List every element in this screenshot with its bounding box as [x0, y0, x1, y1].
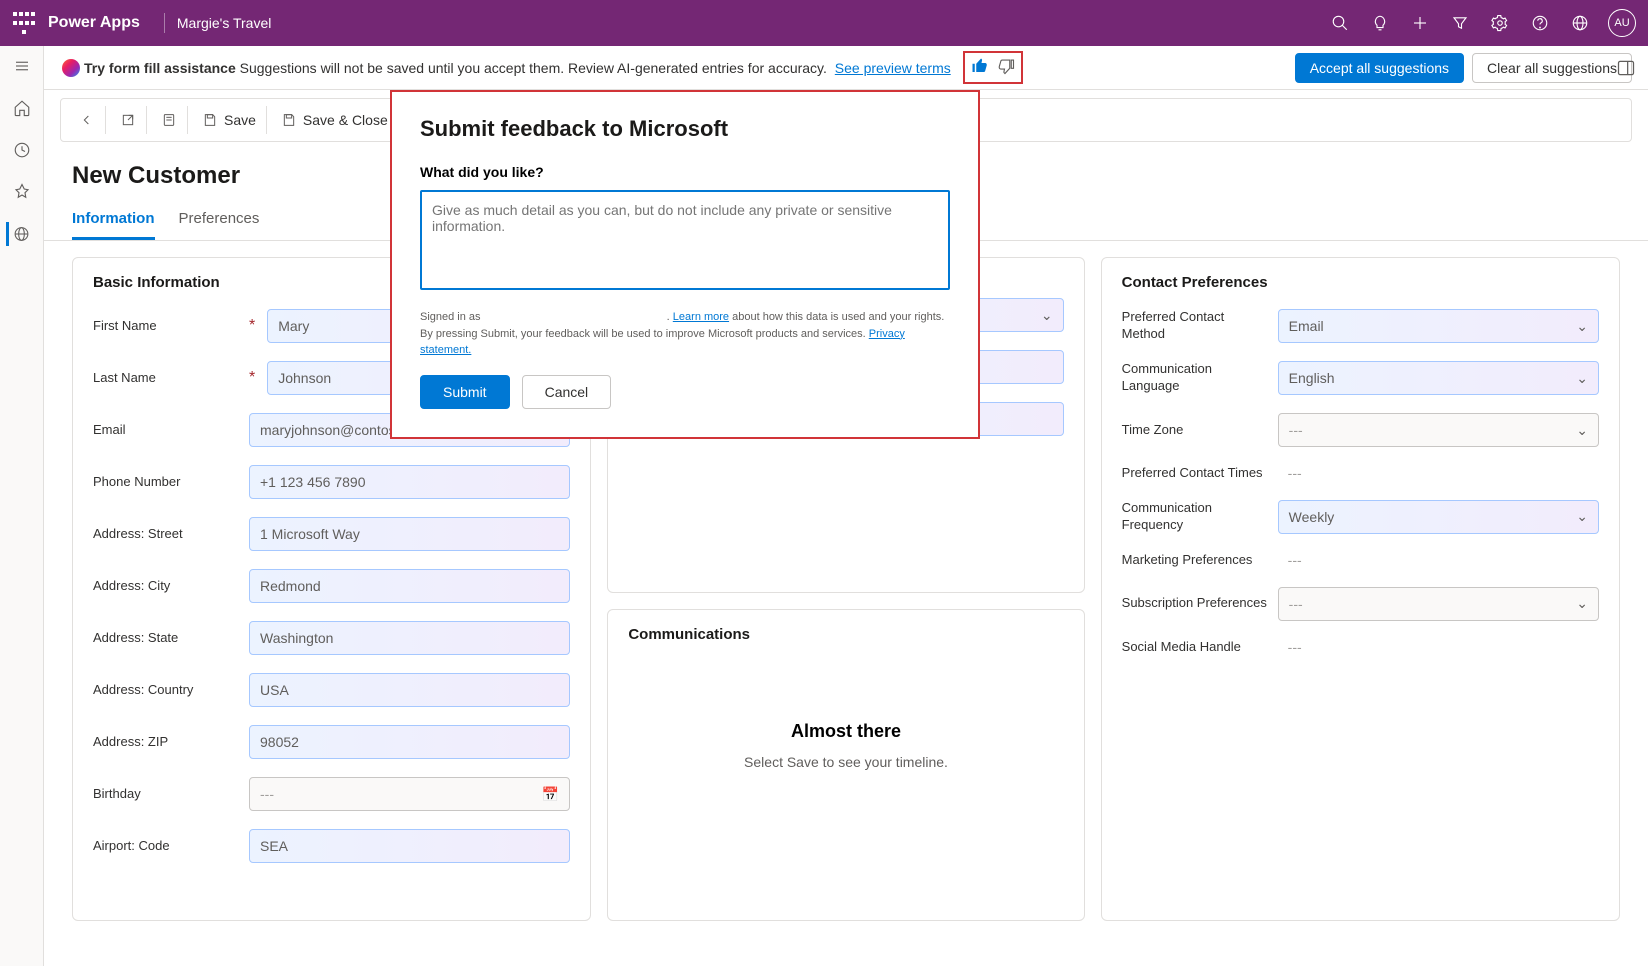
- save-button[interactable]: Save: [192, 106, 267, 134]
- feedback-textarea[interactable]: [420, 190, 950, 290]
- globe-nav-icon[interactable]: [6, 222, 30, 246]
- communications-card: Communications Almost there Select Save …: [607, 609, 1084, 921]
- label-subs: Subscription Preferences: [1122, 595, 1270, 612]
- label-firstname: First Name: [93, 318, 241, 335]
- feedback-thumbs-highlight: [963, 51, 1023, 84]
- label-social: Social Media Handle: [1122, 639, 1270, 656]
- save-label: Save: [224, 112, 256, 128]
- calendar-icon[interactable]: 📅: [542, 786, 559, 803]
- label-street: Address: Street: [93, 526, 241, 543]
- chevron-down-icon: ⌄: [1576, 318, 1588, 335]
- suggestion-body: Suggestions will not be saved until you …: [240, 60, 827, 76]
- input-phone[interactable]: +1 123 456 7890: [249, 465, 570, 499]
- suggestion-text: Try form fill assistance Suggestions wil…: [84, 60, 951, 76]
- label-email: Email: [93, 422, 241, 439]
- prefs-heading: Contact Preferences: [1122, 274, 1599, 291]
- suggestion-bar: Try form fill assistance Suggestions wil…: [0, 46, 1648, 90]
- search-icon[interactable]: [1324, 7, 1356, 39]
- thumbs-down-icon[interactable]: [997, 57, 1015, 78]
- copilot-icon: [62, 59, 80, 77]
- lightbulb-icon[interactable]: [1364, 7, 1396, 39]
- input-state[interactable]: Washington: [249, 621, 570, 655]
- signed-in-label: Signed in as: [420, 311, 481, 323]
- learn-more-link[interactable]: Learn more: [673, 311, 729, 323]
- input-zip[interactable]: 98052: [249, 725, 570, 759]
- input-city[interactable]: Redmond: [249, 569, 570, 603]
- label-method: Preferred Contact Method: [1122, 309, 1270, 343]
- globe-icon[interactable]: [1564, 7, 1596, 39]
- brand-label: Power Apps: [48, 14, 140, 32]
- label-airport: Airport: Code: [93, 838, 241, 855]
- label-phone: Phone Number: [93, 474, 241, 491]
- home-icon[interactable]: [10, 96, 34, 120]
- label-lang: Communication Language: [1122, 361, 1270, 395]
- label-city: Address: City: [93, 578, 241, 595]
- recent-icon[interactable]: [10, 138, 34, 162]
- thumbs-up-icon[interactable]: [971, 57, 989, 78]
- chevron-down-icon: ⌄: [1041, 307, 1053, 324]
- chevron-down-icon: ⌄: [1576, 422, 1588, 439]
- input-country[interactable]: USA: [249, 673, 570, 707]
- suggestion-bold: Try form fill assistance: [84, 60, 236, 76]
- label-birthday: Birthday: [93, 786, 241, 803]
- environment-label[interactable]: Margie's Travel: [177, 15, 271, 31]
- value-times: ---: [1278, 465, 1599, 481]
- plus-icon[interactable]: [1404, 7, 1436, 39]
- input-tz[interactable]: ---⌄: [1278, 413, 1599, 447]
- prefs-card: Contact Preferences Preferred Contact Me…: [1101, 257, 1620, 921]
- input-birthday[interactable]: ---📅: [249, 777, 570, 811]
- value-social: ---: [1278, 639, 1599, 655]
- tab-information[interactable]: Information: [72, 210, 155, 240]
- almost-there-hint: Select Save to see your timeline.: [648, 754, 1043, 770]
- save-close-button[interactable]: Save & Close: [271, 106, 398, 134]
- chevron-down-icon: ⌄: [1576, 595, 1588, 612]
- label-country: Address: Country: [93, 682, 241, 699]
- almost-there-title: Almost there: [648, 721, 1043, 742]
- accept-all-button[interactable]: Accept all suggestions: [1295, 53, 1464, 83]
- label-state: Address: State: [93, 630, 241, 647]
- app-launcher-icon[interactable]: [12, 11, 36, 35]
- pin-icon[interactable]: [10, 180, 34, 204]
- submit-button[interactable]: Submit: [420, 375, 510, 409]
- dialog-legal: Signed in as . Learn more about how this…: [420, 309, 950, 359]
- value-marketing: ---: [1278, 552, 1599, 568]
- comms-heading: Communications: [628, 626, 1063, 643]
- input-method[interactable]: Email⌄: [1278, 309, 1599, 343]
- label-marketing: Marketing Preferences: [1122, 552, 1270, 569]
- input-lang[interactable]: English⌄: [1278, 361, 1599, 395]
- input-street[interactable]: 1 Microsoft Way: [249, 517, 570, 551]
- open-new-window-button[interactable]: [110, 106, 147, 134]
- help-icon[interactable]: [1524, 7, 1556, 39]
- filter-icon[interactable]: [1444, 7, 1476, 39]
- dialog-prompt: What did you like?: [420, 164, 950, 180]
- label-lastname: Last Name: [93, 370, 241, 387]
- input-freq[interactable]: Weekly⌄: [1278, 500, 1599, 534]
- chevron-down-icon: ⌄: [1576, 508, 1588, 525]
- label-times: Preferred Contact Times: [1122, 465, 1270, 482]
- dialog-title: Submit feedback to Microsoft: [420, 116, 950, 142]
- app-header: Power Apps Margie's Travel AU: [0, 0, 1648, 46]
- record-set-button[interactable]: [151, 106, 188, 134]
- chevron-down-icon: ⌄: [1576, 370, 1588, 387]
- copilot-pane-toggle[interactable]: [1604, 46, 1648, 90]
- tab-preferences[interactable]: Preferences: [179, 210, 260, 240]
- back-button[interactable]: [69, 106, 106, 134]
- input-airport[interactable]: SEA: [249, 829, 570, 863]
- left-nav-rail: [0, 46, 44, 966]
- feedback-dialog: Submit feedback to Microsoft What did yo…: [390, 90, 980, 439]
- label-tz: Time Zone: [1122, 422, 1270, 439]
- label-zip: Address: ZIP: [93, 734, 241, 751]
- input-subs[interactable]: ---⌄: [1278, 587, 1599, 621]
- gear-icon[interactable]: [1484, 7, 1516, 39]
- menu-icon[interactable]: [10, 54, 34, 78]
- label-freq: Communication Frequency: [1122, 500, 1270, 534]
- user-avatar[interactable]: AU: [1608, 9, 1636, 37]
- header-divider: [164, 13, 165, 33]
- preview-terms-link[interactable]: See preview terms: [835, 60, 951, 76]
- save-close-label: Save & Close: [303, 112, 388, 128]
- cancel-button[interactable]: Cancel: [522, 375, 612, 409]
